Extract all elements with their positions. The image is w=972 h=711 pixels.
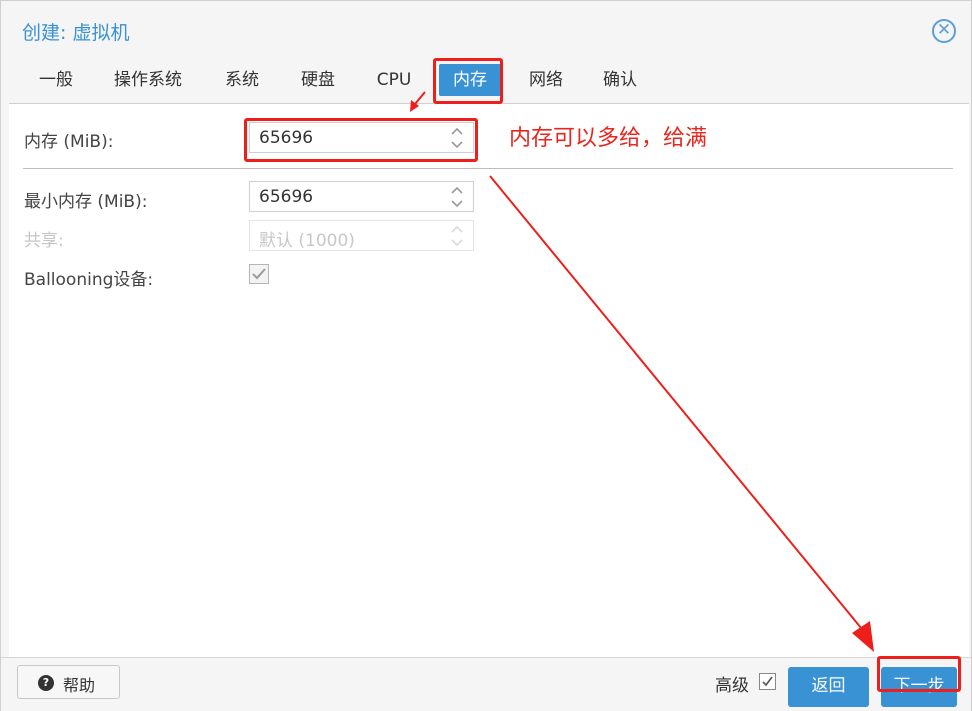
annotation-arrows <box>410 91 874 652</box>
long-arrow-line <box>489 175 867 635</box>
small-arrow-line <box>414 91 426 105</box>
long-arrow-head <box>852 621 874 652</box>
